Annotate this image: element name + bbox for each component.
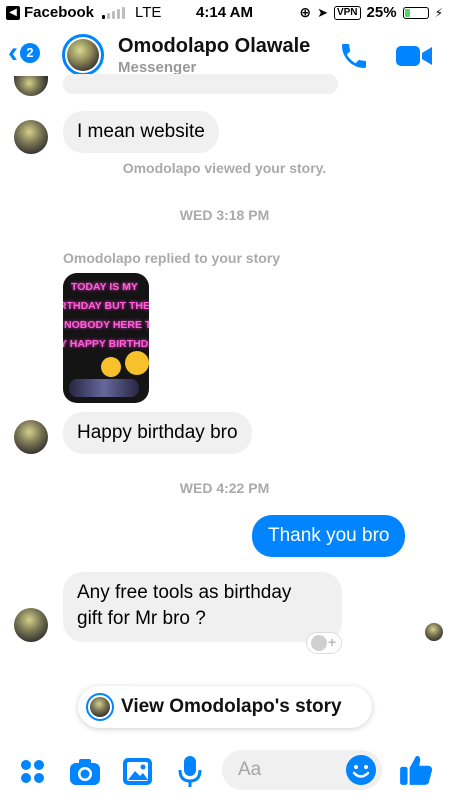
thumbs-up-icon[interactable] (398, 752, 434, 788)
back-button[interactable]: ‹ 2 (8, 38, 40, 68)
message-line: Any free tools as birthday (77, 582, 292, 603)
message-incoming[interactable]: Any free tools as birthday gift for Mr b… (63, 572, 342, 642)
story-reply-note: Omodolapo replied to your story (63, 250, 281, 266)
status-bar: ◀ Facebook LTE 4:14 AM ⊕ ➤ VPN 25% ⚡ (0, 0, 449, 26)
party-emoji-icon (125, 351, 149, 375)
battery-icon (402, 6, 429, 19)
seen-avatar (425, 623, 443, 641)
message-bubble-partial (63, 74, 338, 94)
message-incoming[interactable]: I mean website (63, 111, 219, 153)
plus-icon: + (328, 634, 337, 650)
story-thumbnail[interactable]: TODAY IS MY RTHDAY BUT THER NOBODY HERE … (63, 273, 149, 403)
camera-icon[interactable] (68, 754, 102, 788)
message-incoming[interactable]: Happy birthday bro (63, 412, 252, 454)
story-text-line: RTHDAY BUT THER (63, 300, 149, 312)
view-story-label: View Omodolapo's story (121, 696, 342, 717)
vpn-badge: VPN (333, 5, 361, 20)
story-text-line: NOBODY HERE TO (64, 319, 149, 331)
contact-avatar-small[interactable] (14, 120, 48, 154)
battery-percent: 25% (366, 4, 397, 21)
contact-avatar-small[interactable] (14, 608, 48, 642)
location-icon: ➤ (317, 4, 328, 20)
phone-icon[interactable] (338, 40, 370, 72)
battery-fill (404, 8, 410, 17)
cake-image (69, 379, 139, 397)
message-list[interactable]: I mean website Omodolapo viewed your sto… (0, 74, 449, 748)
chevron-left-icon: ‹ (8, 36, 18, 69)
message-outgoing[interactable]: Thank you bro (252, 515, 406, 557)
video-icon[interactable] (394, 42, 434, 70)
story-viewed-note: Omodolapo viewed your story. (122, 160, 327, 176)
message-line: gift for Mr bro ? (77, 608, 206, 629)
status-right: ⊕ ➤ VPN 25% ⚡ (299, 4, 443, 21)
apps-icon[interactable] (16, 754, 50, 788)
rotation-lock-icon: ⊕ (299, 4, 312, 20)
story-avatar (86, 693, 114, 721)
story-text-line: TODAY IS MY (71, 281, 138, 293)
upside-down-emoji-icon (101, 357, 121, 377)
composer-bar (0, 748, 449, 800)
contact-avatar-small[interactable] (14, 76, 48, 96)
contact-name[interactable]: Omodolapo Olawale (118, 35, 310, 58)
add-reaction-button[interactable]: + (306, 632, 342, 654)
gallery-icon[interactable] (121, 754, 155, 788)
microphone-icon[interactable] (173, 754, 207, 788)
charging-icon: ⚡ (434, 5, 443, 20)
smile-icon (311, 635, 327, 651)
timestamp-divider: WED 4:22 PM (179, 480, 270, 496)
contact-avatar-small[interactable] (14, 420, 48, 454)
emoji-icon[interactable] (344, 753, 378, 787)
contact-avatar[interactable] (62, 34, 104, 76)
view-story-button[interactable]: View Omodolapo's story (78, 686, 372, 728)
story-text-line: Y HAPPY BIRTHDA (63, 338, 149, 350)
unread-badge: 2 (20, 43, 40, 63)
timestamp-divider: WED 3:18 PM (179, 207, 270, 223)
